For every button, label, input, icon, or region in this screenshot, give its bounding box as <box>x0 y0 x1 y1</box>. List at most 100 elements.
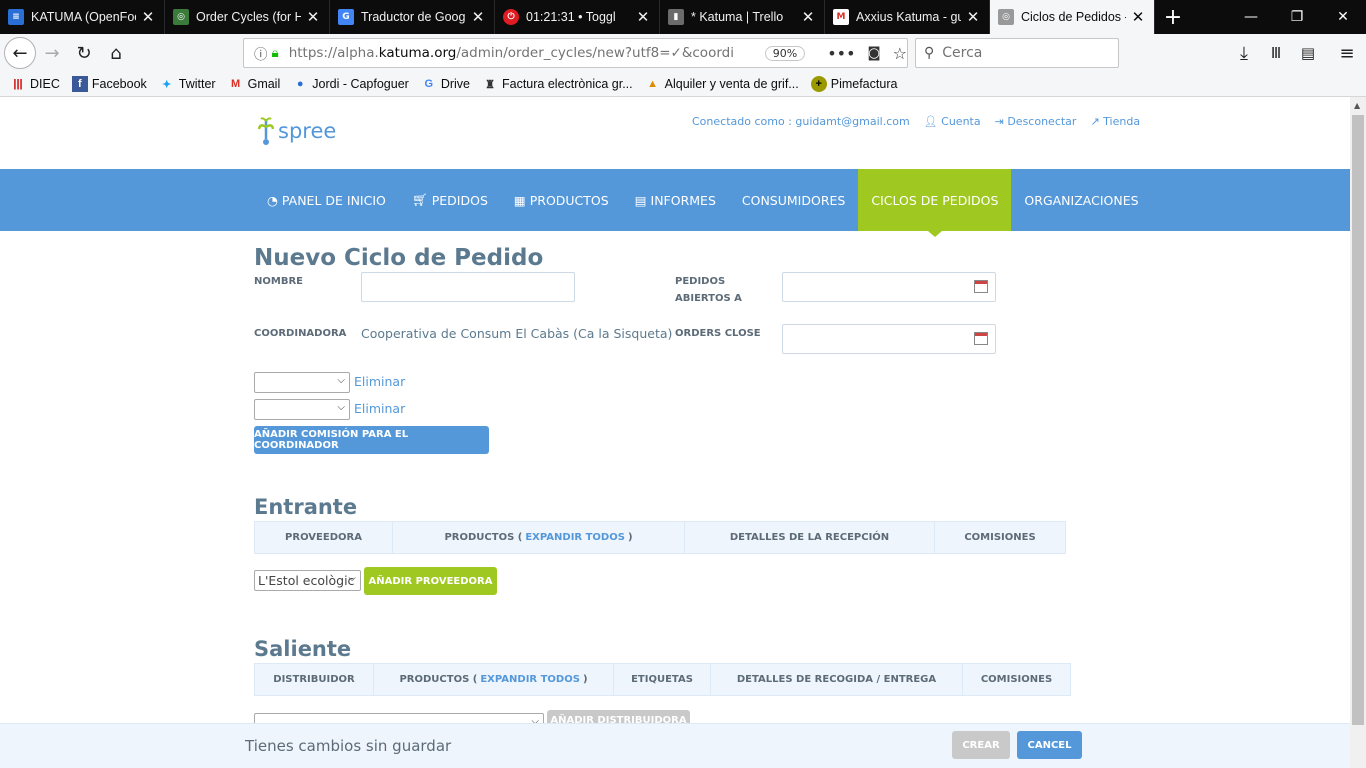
bookmark-star-icon[interactable]: ☆ <box>893 44 907 63</box>
url-bar[interactable]: ⓘ 🔒︎ https://alpha.katuma.org/admin/orde… <box>243 38 908 68</box>
bookmark-label: Factura electrònica gr... <box>502 77 633 91</box>
url-text[interactable]: https://alpha.katuma.org/admin/order_cyc… <box>289 45 735 61</box>
bookmark-item[interactable]: f Facebook <box>71 76 147 92</box>
info-icon[interactable]: ⓘ <box>254 43 268 63</box>
name-input[interactable] <box>361 272 575 302</box>
coordinator-fee-select[interactable]: ⌵ <box>254 372 350 393</box>
browser-tab[interactable]: ▮ * Katuma | Trello ✕ <box>660 0 825 34</box>
sidebar-icon[interactable]: ▤ <box>1292 37 1324 69</box>
cancel-button[interactable]: CANCEL <box>1017 731 1082 759</box>
bookmark-item[interactable]: ||| DIEC <box>10 76 60 92</box>
nav-orders[interactable]: 🛒︎ PEDIDOS <box>399 169 501 231</box>
incoming-title: Entrante <box>254 495 358 519</box>
unsaved-changes-bar: Tienes cambios sin guardar CREAR CANCEL <box>0 723 1350 768</box>
window-close-icon[interactable]: ✕ <box>1320 0 1366 34</box>
bookmark-item[interactable]: ♜ Factura electrònica gr... <box>482 76 633 92</box>
remove-fee-link[interactable]: Eliminar <box>354 374 405 389</box>
store-link[interactable]: ↗ Tienda <box>1090 115 1140 128</box>
back-icon[interactable]: ← <box>4 37 36 69</box>
forward-icon[interactable]: → <box>36 37 68 69</box>
page-content: spree Conectado como : guidamt@gmail.com… <box>0 97 1350 768</box>
bookmark-item[interactable]: + Pimefactura <box>810 76 897 92</box>
close-icon[interactable]: ✕ <box>800 8 816 26</box>
close-icon[interactable]: ✕ <box>1130 8 1146 26</box>
bookmark-label: DIEC <box>30 77 60 91</box>
download-icon[interactable]: ⤓ <box>1228 37 1260 69</box>
nav-reports[interactable]: ▤ INFORMES <box>622 169 729 231</box>
supplier-select[interactable]: L'Estol ecològic ⌵ <box>254 570 361 591</box>
minimize-icon[interactable]: — <box>1228 0 1274 34</box>
bookmark-item[interactable]: ✦ Twitter <box>159 76 215 92</box>
expand-all-link[interactable]: EXPANDIR TODOS <box>480 674 580 685</box>
scrollbar[interactable]: ▲ <box>1350 97 1366 768</box>
scrollbar-thumb[interactable] <box>1352 115 1364 725</box>
search-placeholder: Cerca <box>942 45 983 61</box>
close-icon[interactable]: ✕ <box>635 8 651 26</box>
col-products-label: PRODUCTOS ( <box>399 674 478 685</box>
library-icon[interactable]: Ⅲ <box>1260 37 1292 69</box>
col-tags: ETIQUETAS <box>614 664 711 695</box>
nav-enterprises[interactable]: ORGANIZACIONES <box>1011 169 1151 231</box>
user-icon: 👤︎ <box>923 115 942 128</box>
logout-link[interactable]: ⇥ Desconectar <box>995 115 1077 128</box>
menu-icon[interactable]: ≡ <box>1331 37 1363 69</box>
google-icon: G <box>424 78 434 90</box>
zoom-level[interactable]: 90% <box>764 45 806 61</box>
browser-tab[interactable]: G Traductor de Googl ✕ <box>330 0 495 34</box>
url-prefix: https://alpha. <box>288 45 379 61</box>
nav-products[interactable]: ▦ PRODUCTOS <box>501 169 622 231</box>
chevron-down-icon: ⌵ <box>337 402 345 413</box>
nav-customers[interactable]: CONSUMIDORES <box>729 169 858 231</box>
search-input[interactable]: ⚲ Cerca <box>915 38 1119 68</box>
browser-tab-active[interactable]: ◎ Ciclos de Pedidos - ✕ <box>990 0 1155 34</box>
create-button[interactable]: CREAR <box>952 731 1010 759</box>
spree-logo[interactable]: spree <box>256 115 336 147</box>
close-icon[interactable]: ✕ <box>305 8 321 26</box>
bookmark-label: Gmail <box>247 77 281 91</box>
bookmark-item[interactable]: G Drive <box>421 76 470 92</box>
account-link[interactable]: 👤︎ Cuenta <box>924 115 981 128</box>
orders-open-input[interactable] <box>782 272 996 302</box>
orders-close-input[interactable] <box>782 324 996 354</box>
bookmark-item[interactable]: ▲ Alquiler y venta de grif... <box>645 76 799 92</box>
add-coordinator-fee-button[interactable]: AÑADIR COMISIÓN PARA EL COORDINADOR <box>254 426 489 454</box>
close-icon[interactable]: ✕ <box>470 8 486 26</box>
nav-order-cycles[interactable]: CICLOS DE PEDIDOS <box>858 169 1012 237</box>
col-receival: DETALLES DE LA RECEPCIÓN <box>685 522 935 553</box>
cart-icon: 🛒︎ <box>411 192 428 207</box>
bookmark-item[interactable]: M Gmail <box>228 76 281 92</box>
close-icon[interactable]: ✕ <box>140 8 156 26</box>
browser-tab[interactable]: ⏻ 01:21:31 • Toggl ✕ <box>495 0 660 34</box>
browser-tab[interactable]: ≡ KATUMA (OpenFoo ✕ <box>0 0 165 34</box>
restore-icon[interactable]: ❐ <box>1274 0 1320 34</box>
col-fees: COMISIONES <box>980 674 1053 685</box>
reload-icon[interactable]: ↻ <box>68 37 100 69</box>
bookmark-label: Jordi - Capfoguer <box>312 77 409 91</box>
bookmark-item[interactable]: ● Jordi - Capfoguer <box>292 76 409 92</box>
external-link-icon: ↗ <box>1090 115 1104 128</box>
browser-tab[interactable]: ◎ Order Cycles (for Hu ✕ <box>165 0 330 34</box>
remove-fee-link[interactable]: Eliminar <box>354 401 405 416</box>
lock-icon: 🔒︎ <box>271 45 279 61</box>
pocket-icon[interactable]: ◙ <box>868 45 881 61</box>
expand-all-link[interactable]: EXPANDIR TODOS <box>525 532 625 543</box>
col-pickup: DETALLES DE RECOGIDA / ENTREGA <box>711 664 963 695</box>
coordinator-fee-select[interactable]: ⌵ <box>254 399 350 420</box>
scroll-up-icon[interactable]: ▲ <box>1354 101 1360 110</box>
calendar-icon[interactable] <box>974 280 988 293</box>
nav-dashboard[interactable]: ◔ PANEL DE INICIO <box>254 169 399 231</box>
calendar-icon[interactable] <box>974 332 988 345</box>
more-icon[interactable]: ••• <box>827 44 855 63</box>
orders-open-label: PEDIDOS ABIERTOS A <box>675 273 742 307</box>
outgoing-table-header: DISTRIBUIDOR PRODUCTOS (EXPANDIR TODOS) … <box>254 663 1071 696</box>
col-products-label: PRODUCTOS ( <box>444 532 523 543</box>
tab-title: Order Cycles (for Hu <box>196 10 301 24</box>
orders-open-label-line2: ABIERTOS A <box>675 293 742 304</box>
new-tab-icon[interactable]: + <box>1155 0 1191 34</box>
home-icon[interactable]: ⌂ <box>100 37 132 69</box>
add-supplier-button[interactable]: AÑADIR PROVEEDORA <box>364 567 497 595</box>
bookmark-label: Alquiler y venta de grif... <box>664 77 799 91</box>
browser-tab[interactable]: M Axxius Katuma - gui ✕ <box>825 0 990 34</box>
close-icon[interactable]: ✕ <box>965 8 981 26</box>
grif-icon: ▲ <box>647 78 659 90</box>
